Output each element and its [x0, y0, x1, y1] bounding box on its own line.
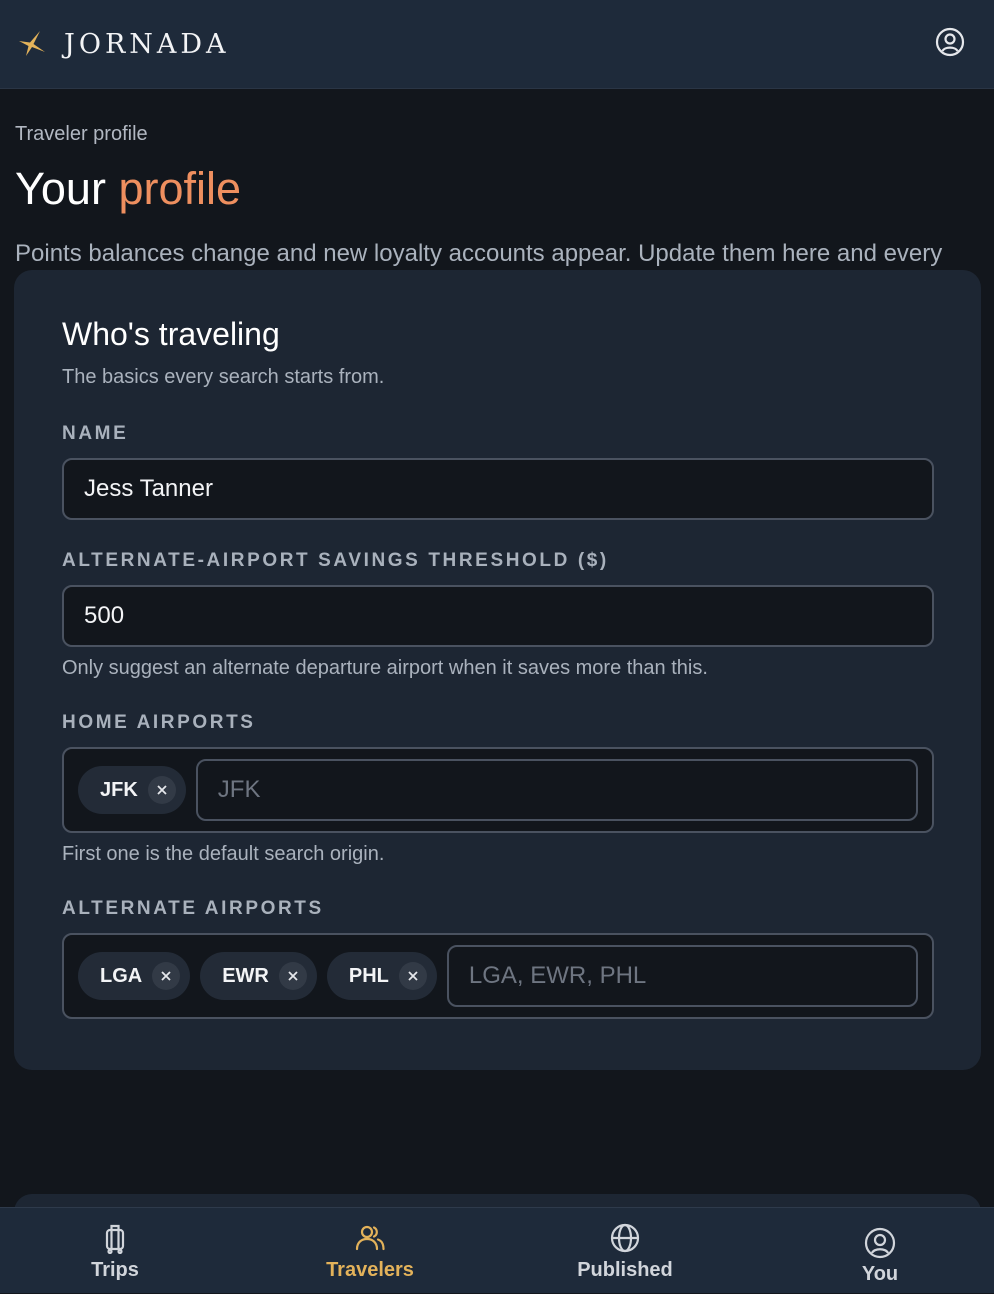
alternate-airports-placeholder: LGA, EWR, PHL: [468, 962, 647, 989]
remove-chip-button[interactable]: [147, 776, 176, 804]
home-airports-hint: First one is the default search origin.: [62, 843, 385, 865]
alternate-airports-label: ALTERNATE AIRPORTS: [62, 898, 324, 919]
airport-chip: JFK: [78, 766, 186, 814]
remove-chip-button[interactable]: [152, 962, 181, 990]
alternate-airports-input[interactable]: LGA, EWR, PHL: [446, 945, 918, 1007]
nav-item-travelers[interactable]: Travelers: [310, 1208, 430, 1294]
card-title: Who's traveling: [62, 316, 280, 352]
name-input-value: Jess Tanner: [84, 475, 213, 502]
logo[interactable]: JORNADA: [16, 28, 230, 60]
nav-item-published[interactable]: Published: [565, 1208, 685, 1294]
page-title-plain: Your: [15, 163, 119, 214]
brand-name: JORNADA: [64, 28, 230, 60]
airport-chip: EWR: [200, 952, 317, 1000]
suitcase-icon: [105, 1224, 125, 1254]
chip-label: JFK: [100, 778, 138, 801]
threshold-input[interactable]: 500: [62, 585, 934, 647]
alternate-airports-field: LGA EWR PHL LGA, EWR, PHL: [62, 933, 934, 1019]
airport-chip: LGA: [78, 952, 191, 1000]
users-icon: [355, 1225, 385, 1251]
home-airports-input[interactable]: JFK: [195, 759, 918, 821]
remove-chip-button[interactable]: [278, 962, 307, 990]
nav-label: You: [861, 1263, 899, 1285]
user-circle-icon: [935, 27, 965, 57]
chip-label: PHL: [348, 964, 389, 987]
threshold-label: ALTERNATE-AIRPORT SAVINGS THRESHOLD ($): [62, 550, 609, 571]
page-eyebrow: Traveler profile: [15, 123, 148, 145]
close-icon: [157, 785, 167, 795]
account-button[interactable]: [934, 26, 966, 58]
page-title: Your profile: [15, 162, 980, 216]
airport-chip: PHL: [326, 952, 437, 1000]
name-input[interactable]: Jess Tanner: [62, 458, 934, 520]
home-airports-label: HOME AIRPORTS: [62, 712, 256, 733]
nav-label: Published: [577, 1259, 673, 1281]
globe-icon: [610, 1223, 640, 1253]
threshold-input-value: 500: [84, 602, 125, 629]
card-subtitle: The basics every search starts from.: [62, 366, 385, 388]
remove-chip-button[interactable]: [398, 962, 427, 990]
bottom-nav: Trips Travelers Published You: [0, 1207, 994, 1293]
threshold-hint: Only suggest an alternate departure airp…: [62, 657, 708, 679]
nav-item-trips[interactable]: Trips: [60, 1208, 170, 1294]
page-title-accent: profile: [118, 163, 242, 214]
nav-item-you[interactable]: You: [830, 1208, 930, 1294]
whos-traveling-card: Who's traveling The basics every search …: [14, 270, 981, 1070]
star-icon: [19, 31, 45, 56]
close-icon: [161, 971, 171, 981]
name-label: NAME: [62, 423, 129, 444]
home-airports-placeholder: JFK: [217, 776, 261, 803]
top-bar: JORNADA: [0, 0, 994, 89]
home-airports-field: JFK JFK: [62, 747, 934, 833]
nav-label: Travelers: [326, 1259, 414, 1281]
chip-label: LGA: [100, 964, 143, 987]
nav-label: Trips: [91, 1259, 139, 1281]
user-circle-icon: [864, 1227, 896, 1259]
close-icon: [408, 971, 418, 981]
close-icon: [288, 971, 298, 981]
chip-label: EWR: [222, 964, 269, 987]
